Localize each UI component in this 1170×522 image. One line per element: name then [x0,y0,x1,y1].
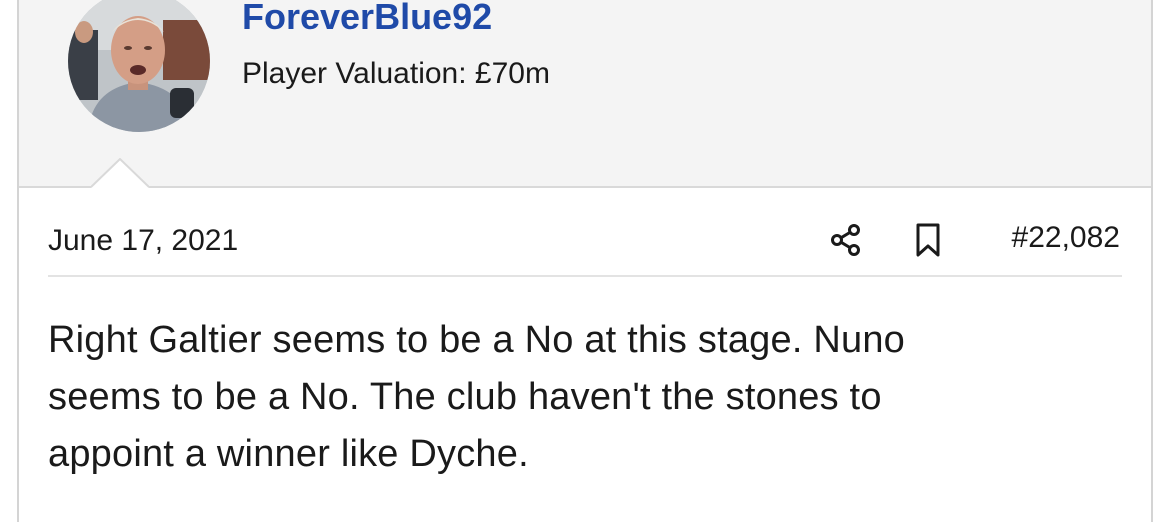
avatar-photo-icon [68,0,210,132]
bookmark-button[interactable] [908,220,948,260]
post-body-line: Right Galtier seems to be a No at this s… [48,319,905,361]
bookmark-icon [916,223,940,257]
avatar-pointer-notch [91,158,149,188]
forum-post: ForeverBlue92 Player Valuation: £70m Jun… [0,0,1170,522]
post-number-link[interactable]: #22,082 [1012,221,1120,255]
username-link[interactable]: ForeverBlue92 [242,0,492,38]
meta-divider [48,275,1122,277]
user-avatar[interactable] [68,0,210,132]
post-user-header: ForeverBlue92 Player Valuation: £70m [19,0,1151,188]
post-date[interactable]: June 17, 2021 [48,224,238,258]
post-body-line: appoint a winner like Dyche. [48,433,529,475]
post-body-line: seems to be a No. The club haven't the s… [48,376,882,418]
share-button[interactable] [826,220,866,260]
player-valuation: Player Valuation: £70m [242,57,550,90]
share-icon [831,224,860,256]
card-border-right [1151,0,1153,522]
post-body: Right Galtier seems to be a No at this s… [48,312,1108,483]
